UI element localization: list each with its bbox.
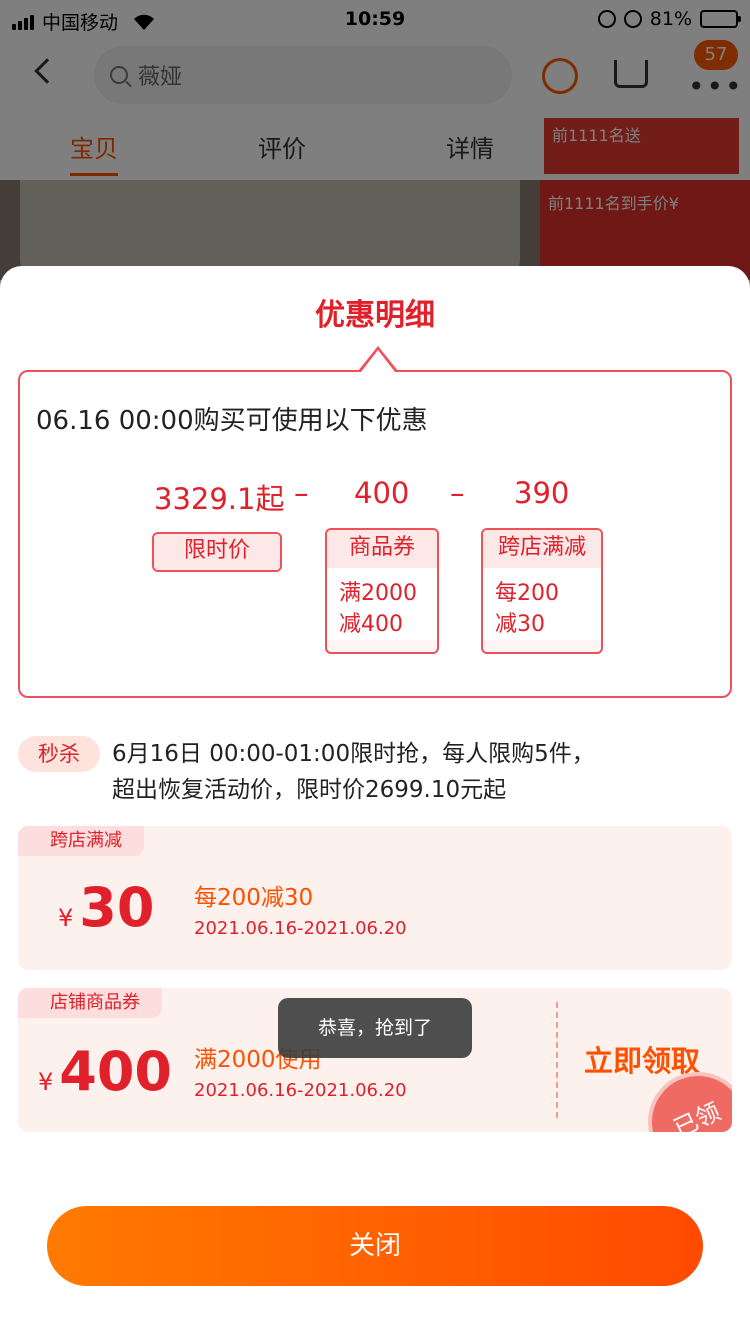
cross-store-rule: 每200 减30 [483, 568, 601, 640]
product-coupon-label: 商品券 [327, 530, 437, 568]
close-button[interactable]: 关闭 [47, 1206, 703, 1286]
cross-store-value: 390 [514, 476, 570, 510]
coupon-condition: 每200减30 [194, 885, 314, 911]
cross-store-label: 跨店满减 [483, 530, 601, 568]
price-start-value: 3329.1起 [154, 482, 285, 516]
coupon-date: 2021.06.16-2021.06.20 [194, 1080, 407, 1101]
limited-price-tag: 限时价 [152, 532, 282, 572]
coupon-value: 400 [354, 476, 410, 510]
product-coupon-tag: 商品券 满2000 减400 [325, 528, 439, 654]
seckill-badge: 秒杀 [18, 736, 100, 772]
breakdown-heading: 06.16 00:00购买可使用以下优惠 [36, 406, 428, 436]
success-toast: 恭喜，抢到了 [278, 998, 472, 1058]
coupon-date: 2021.06.16-2021.06.20 [194, 918, 407, 939]
seckill-description: 6月16日 00:00-01:00限时抢，每人限购5件， 超出恢复活动价，限时价… [112, 741, 595, 803]
callout-notch-inner [361, 350, 395, 372]
cross-store-tag: 跨店满减 每200 减30 [481, 528, 603, 654]
sheet-title: 优惠明细 [315, 298, 435, 333]
coupon-amount: ¥30 [58, 876, 155, 939]
coupon-type-label: 跨店满减 [18, 826, 144, 856]
coupon-type-label: 店铺商品券 [18, 988, 162, 1018]
discount-detail-sheet: 优惠明细 06.16 00:00购买可使用以下优惠 3329.1起 – 400 … [0, 266, 750, 1333]
minus-sign: – [294, 476, 309, 510]
discount-breakdown-box: 06.16 00:00购买可使用以下优惠 3329.1起 – 400 – 390… [18, 370, 732, 698]
coupon-divider [556, 1002, 558, 1118]
product-coupon-rule: 满2000 减400 [327, 568, 437, 640]
coupon-amount: ¥400 [38, 1040, 173, 1103]
minus-sign: – [450, 476, 465, 510]
cross-store-coupon: 跨店满减 ¥30 每200减30 2021.06.16-2021.06.20 [18, 826, 732, 970]
